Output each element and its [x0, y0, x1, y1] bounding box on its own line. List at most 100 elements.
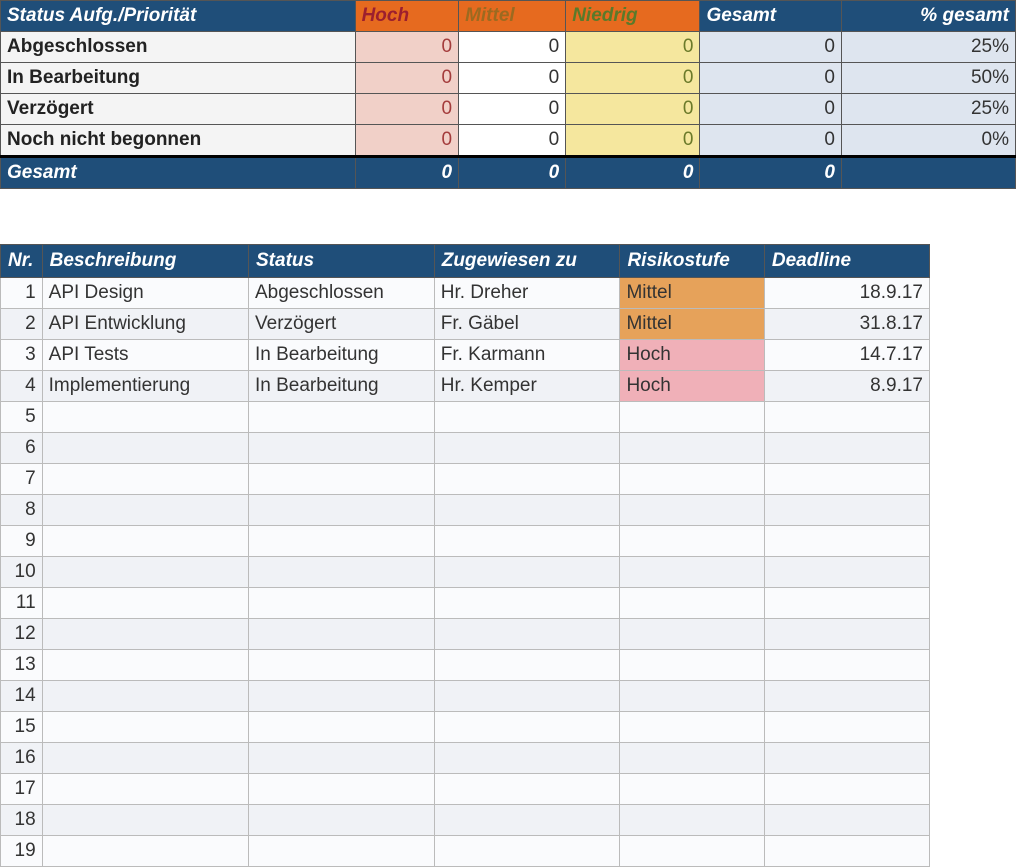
- task-cell-nr[interactable]: 19: [1, 836, 43, 867]
- task-cell-status[interactable]: [249, 557, 435, 588]
- task-cell-risk[interactable]: [620, 526, 764, 557]
- task-cell-risk[interactable]: [620, 681, 764, 712]
- summary-cell-niedrig[interactable]: 0: [566, 32, 700, 63]
- task-cell-risk[interactable]: [620, 743, 764, 774]
- task-cell-desc[interactable]: [42, 619, 248, 650]
- task-cell-status[interactable]: [249, 495, 435, 526]
- task-cell-status[interactable]: Verzögert: [249, 309, 435, 340]
- summary-cell-gesamt[interactable]: 0: [700, 32, 842, 63]
- task-cell-status[interactable]: [249, 588, 435, 619]
- task-cell-assigned[interactable]: [434, 712, 620, 743]
- task-cell-desc[interactable]: [42, 774, 248, 805]
- summary-cell-pct[interactable]: 0%: [841, 125, 1015, 157]
- summary-cell-hoch[interactable]: 0: [355, 32, 459, 63]
- task-cell-risk[interactable]: [620, 805, 764, 836]
- task-cell-risk[interactable]: [620, 712, 764, 743]
- task-cell-assigned[interactable]: Hr. Kemper: [434, 371, 620, 402]
- task-cell-status[interactable]: [249, 836, 435, 867]
- task-cell-status[interactable]: Abgeschlossen: [249, 278, 435, 309]
- task-cell-deadline[interactable]: 8.9.17: [764, 371, 929, 402]
- task-cell-deadline[interactable]: [764, 743, 929, 774]
- task-cell-status[interactable]: [249, 433, 435, 464]
- task-cell-deadline[interactable]: 18.9.17: [764, 278, 929, 309]
- task-cell-deadline[interactable]: [764, 557, 929, 588]
- task-cell-assigned[interactable]: [434, 650, 620, 681]
- task-cell-deadline[interactable]: [764, 681, 929, 712]
- task-cell-deadline[interactable]: [764, 712, 929, 743]
- summary-cell-hoch[interactable]: 0: [355, 63, 459, 94]
- task-cell-status[interactable]: [249, 681, 435, 712]
- summary-cell-niedrig[interactable]: 0: [566, 94, 700, 125]
- task-cell-desc[interactable]: [42, 557, 248, 588]
- task-cell-nr[interactable]: 9: [1, 526, 43, 557]
- task-cell-risk[interactable]: [620, 557, 764, 588]
- task-cell-assigned[interactable]: [434, 836, 620, 867]
- task-cell-risk[interactable]: Hoch: [620, 340, 764, 371]
- task-cell-nr[interactable]: 10: [1, 557, 43, 588]
- task-cell-risk[interactable]: [620, 402, 764, 433]
- task-cell-deadline[interactable]: [764, 805, 929, 836]
- task-cell-nr[interactable]: 14: [1, 681, 43, 712]
- task-cell-assigned[interactable]: [434, 402, 620, 433]
- task-cell-deadline[interactable]: [764, 836, 929, 867]
- task-cell-risk[interactable]: [620, 650, 764, 681]
- summary-cell-gesamt[interactable]: 0: [700, 63, 842, 94]
- task-cell-status[interactable]: [249, 743, 435, 774]
- task-cell-desc[interactable]: [42, 712, 248, 743]
- summary-cell-niedrig[interactable]: 0: [566, 125, 700, 157]
- task-cell-nr[interactable]: 18: [1, 805, 43, 836]
- task-cell-assigned[interactable]: [434, 619, 620, 650]
- task-cell-assigned[interactable]: [434, 681, 620, 712]
- task-cell-status[interactable]: [249, 402, 435, 433]
- task-cell-risk[interactable]: [620, 433, 764, 464]
- summary-cell-hoch[interactable]: 0: [355, 94, 459, 125]
- task-cell-nr[interactable]: 1: [1, 278, 43, 309]
- task-cell-assigned[interactable]: Fr. Gäbel: [434, 309, 620, 340]
- task-cell-nr[interactable]: 16: [1, 743, 43, 774]
- task-cell-assigned[interactable]: [434, 495, 620, 526]
- task-cell-desc[interactable]: [42, 836, 248, 867]
- task-cell-risk[interactable]: Mittel: [620, 278, 764, 309]
- task-cell-assigned[interactable]: [434, 774, 620, 805]
- task-cell-status[interactable]: In Bearbeitung: [249, 371, 435, 402]
- task-cell-deadline[interactable]: [764, 402, 929, 433]
- summary-cell-pct[interactable]: 50%: [841, 63, 1015, 94]
- task-cell-nr[interactable]: 4: [1, 371, 43, 402]
- task-cell-desc[interactable]: [42, 588, 248, 619]
- task-cell-assigned[interactable]: [434, 805, 620, 836]
- summary-row-label[interactable]: Verzögert: [1, 94, 356, 125]
- task-cell-desc[interactable]: Implementierung: [42, 371, 248, 402]
- summary-cell-mittel[interactable]: 0: [459, 94, 566, 125]
- task-cell-risk[interactable]: [620, 619, 764, 650]
- task-cell-desc[interactable]: [42, 464, 248, 495]
- task-cell-status[interactable]: [249, 650, 435, 681]
- task-cell-deadline[interactable]: [764, 619, 929, 650]
- task-cell-assigned[interactable]: [434, 743, 620, 774]
- task-cell-risk[interactable]: [620, 836, 764, 867]
- task-cell-nr[interactable]: 8: [1, 495, 43, 526]
- task-cell-nr[interactable]: 12: [1, 619, 43, 650]
- task-cell-desc[interactable]: [42, 402, 248, 433]
- task-cell-deadline[interactable]: [764, 464, 929, 495]
- task-cell-deadline[interactable]: [764, 774, 929, 805]
- task-cell-deadline[interactable]: [764, 588, 929, 619]
- task-cell-nr[interactable]: 7: [1, 464, 43, 495]
- task-cell-risk[interactable]: [620, 588, 764, 619]
- summary-row-label[interactable]: Noch nicht begonnen: [1, 125, 356, 157]
- task-cell-status[interactable]: [249, 712, 435, 743]
- task-cell-risk[interactable]: Mittel: [620, 309, 764, 340]
- task-cell-nr[interactable]: 15: [1, 712, 43, 743]
- task-cell-desc[interactable]: [42, 495, 248, 526]
- task-cell-status[interactable]: [249, 619, 435, 650]
- task-cell-deadline[interactable]: [764, 433, 929, 464]
- summary-row-label[interactable]: In Bearbeitung: [1, 63, 356, 94]
- task-cell-desc[interactable]: API Entwicklung: [42, 309, 248, 340]
- task-cell-deadline[interactable]: [764, 526, 929, 557]
- summary-cell-pct[interactable]: 25%: [841, 94, 1015, 125]
- task-cell-assigned[interactable]: [434, 557, 620, 588]
- summary-cell-hoch[interactable]: 0: [355, 125, 459, 157]
- summary-cell-pct[interactable]: 25%: [841, 32, 1015, 63]
- summary-cell-mittel[interactable]: 0: [459, 32, 566, 63]
- task-cell-desc[interactable]: [42, 805, 248, 836]
- task-cell-assigned[interactable]: [434, 526, 620, 557]
